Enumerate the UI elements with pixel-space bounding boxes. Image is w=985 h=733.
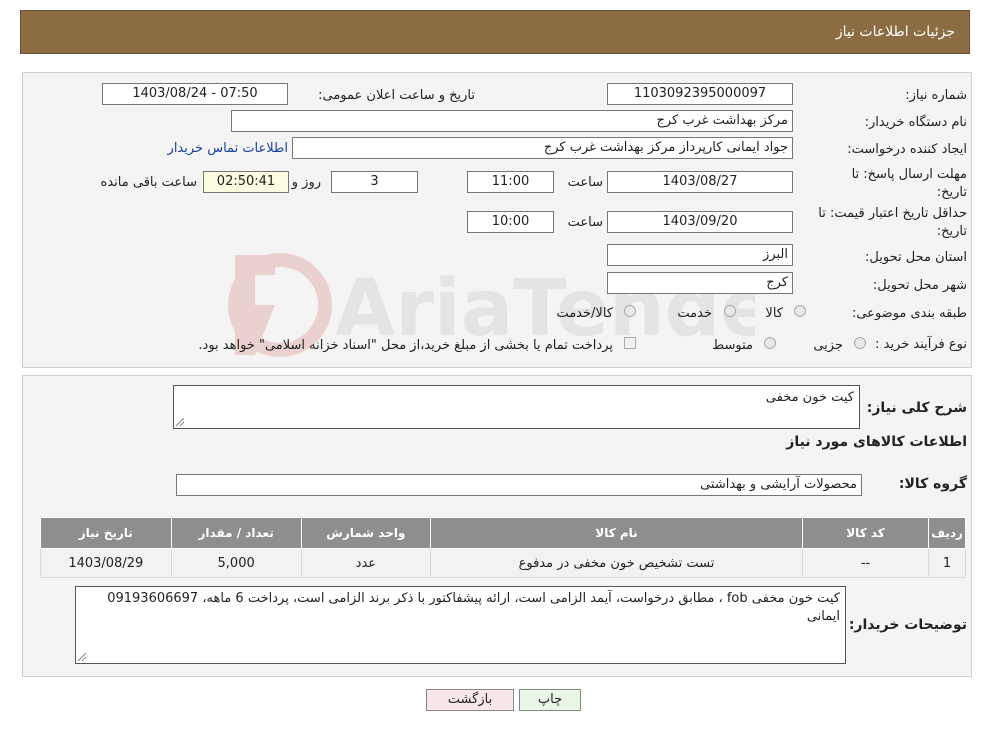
category-option-service: خدمت xyxy=(677,306,712,321)
validity-label: حداقل تاریخ اعتبار قیمت: تا تاریخ: xyxy=(818,206,967,239)
cell-unit: عدد xyxy=(300,548,431,578)
category-option-goods-service: کالا/خدمت xyxy=(556,306,613,321)
cell-goods-code: -- xyxy=(801,548,930,578)
process-label: نوع فرآیند خرید : xyxy=(875,337,967,352)
need-number-field: 1103092395000097 xyxy=(607,83,793,105)
deadline-time-field: 11:00 xyxy=(467,171,554,193)
buyer-notes-textarea[interactable]: کیت خون مخفی fob ، مطابق درخواست، آیمد ا… xyxy=(75,586,846,664)
goods-table: ردیف کد کالا نام کالا واحد شمارش تعداد /… xyxy=(40,517,966,578)
cell-goods-name: تست تشخیص خون مخفی در مدفوع xyxy=(429,548,803,578)
process-option-medium: متوسط xyxy=(712,338,753,353)
process-radio-minor[interactable] xyxy=(854,337,866,349)
category-option-goods: کالا xyxy=(765,306,783,321)
resize-grip-icon[interactable] xyxy=(176,418,184,426)
table-row: 1 -- تست تشخیص خون مخفی در مدفوع عدد 5,0… xyxy=(40,548,966,578)
buyer-org-field: مرکز بهداشت غرب کرج xyxy=(231,110,793,132)
announce-label: تاریخ و ساعت اعلان عمومی: xyxy=(318,88,475,103)
category-label: طبقه بندی موضوعی: xyxy=(851,306,967,321)
buyer-org-label: نام دستگاه خریدار: xyxy=(864,115,967,130)
cell-quantity: 5,000 xyxy=(170,548,302,578)
goods-group-label: گروه کالا: xyxy=(898,476,967,492)
page-header: جزئیات اطلاعات نیاز xyxy=(20,10,970,54)
category-radio-service[interactable] xyxy=(724,305,736,317)
process-radio-medium[interactable] xyxy=(764,337,776,349)
remaining-time-field: 02:50:41 xyxy=(203,171,289,193)
city-field: کرج xyxy=(607,272,793,294)
creator-field: جواد ایمانی کارپرداز مرکز بهداشت غرب کرج xyxy=(292,137,793,159)
days-label: روز و xyxy=(291,175,321,190)
need-number-label: شماره نیاز: xyxy=(905,88,967,103)
deadline-label: مهلت ارسال پاسخ: تا تاریخ: xyxy=(851,167,967,200)
summary-text: کیت خون مخفی xyxy=(765,390,854,405)
announce-datetime-field: 1403/08/24 - 07:50 xyxy=(102,83,288,105)
col-header-unit: واحد شمارش xyxy=(300,517,431,549)
summary-textarea[interactable]: کیت خون مخفی xyxy=(173,385,860,429)
city-label: شهر محل تحویل: xyxy=(872,278,967,293)
goods-info-title: اطلاعات کالاهای مورد نیاز xyxy=(786,434,967,450)
back-button[interactable]: بازگشت xyxy=(426,689,514,711)
province-field: البرز xyxy=(607,244,793,266)
creator-label: ایجاد کننده درخواست: xyxy=(847,142,967,157)
buyer-notes-text: کیت خون مخفی fob ، مطابق درخواست، آیمد ا… xyxy=(107,591,840,624)
treasury-payment-checkbox[interactable] xyxy=(624,337,636,349)
col-header-goods-name: نام کالا xyxy=(429,517,803,549)
page-title: جزئیات اطلاعات نیاز xyxy=(835,24,955,40)
validity-time-field: 10:00 xyxy=(467,211,554,233)
col-header-row-number: ردیف xyxy=(928,517,966,549)
cell-need-date: 1403/08/29 xyxy=(40,548,172,578)
table-header-row: ردیف کد کالا نام کالا واحد شمارش تعداد /… xyxy=(40,517,966,549)
cell-row-number: 1 xyxy=(928,548,966,578)
col-header-need-date: تاریخ نیاز xyxy=(40,517,172,549)
process-option-minor: جزیی xyxy=(813,338,843,353)
resize-grip-icon[interactable] xyxy=(78,653,86,661)
buyer-contact-link[interactable]: اطلاعات تماس خریدار xyxy=(168,141,288,156)
deadline-date-field: 1403/08/27 xyxy=(607,171,793,193)
remaining-label: ساعت باقی مانده xyxy=(100,175,197,190)
buyer-notes-label: توضیحات خریدار: xyxy=(848,617,967,633)
province-label: استان محل تحویل: xyxy=(865,250,967,265)
category-radio-goods[interactable] xyxy=(794,305,806,317)
col-header-goods-code: کد کالا xyxy=(801,517,930,549)
category-radio-goods-service[interactable] xyxy=(624,305,636,317)
payment-note: پرداخت تمام یا بخشی از مبلغ خرید،از محل … xyxy=(198,338,613,353)
summary-label: شرح کلی نیاز: xyxy=(866,400,967,416)
deadline-time-label: ساعت xyxy=(567,175,603,190)
goods-group-field: محصولات آرایشی و بهداشتی xyxy=(176,474,862,496)
validity-time-label: ساعت xyxy=(567,215,603,230)
col-header-quantity: تعداد / مقدار xyxy=(170,517,302,549)
days-field: 3 xyxy=(331,171,418,193)
validity-date-field: 1403/09/20 xyxy=(607,211,793,233)
print-button[interactable]: چاپ xyxy=(519,689,581,711)
